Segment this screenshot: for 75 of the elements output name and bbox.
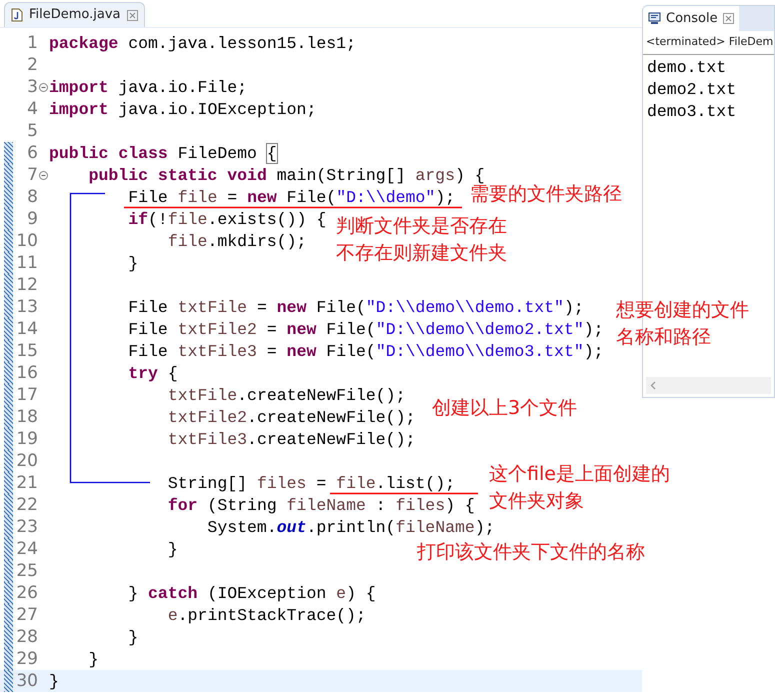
annotation-note: 这个file是上面创建的 文件夹对象: [489, 462, 670, 514]
console-output-line: demo.txt: [647, 57, 728, 79]
line-number: 7: [26, 164, 38, 186]
code-line: }: [166, 540, 178, 558]
code-line: System.out.println(fileName);: [206, 518, 495, 536]
code-line: for (String fileName : files) {: [166, 496, 475, 514]
code-line: public class FileDemo {: [49, 144, 277, 162]
line-number: 20: [15, 450, 38, 472]
line-number: 8: [26, 186, 38, 208]
collapse-icon[interactable]: [39, 170, 48, 180]
code-line: package com.java.lesson15.les1;: [49, 34, 356, 52]
line-number: 3: [26, 76, 38, 98]
line-number: 27: [15, 604, 38, 626]
line-number: 25: [15, 560, 38, 582]
code-line: txtFile3.createNewFile();: [166, 430, 416, 448]
line-number: 17: [15, 384, 38, 406]
code-line: public static void main(String[] args) {: [88, 166, 485, 184]
line-number: 9: [26, 208, 38, 230]
code-line: import java.io.IOException;: [49, 100, 316, 118]
line-number: 4: [26, 98, 38, 120]
annotation-note: 创建以上3个文件: [432, 396, 578, 421]
code-line: File file = new File("D:\\demo");: [127, 188, 456, 206]
console-output-line: demo2.txt: [647, 79, 738, 101]
code-line: e.printStackTrace();: [166, 606, 366, 624]
line-number: 21: [15, 472, 38, 494]
scroll-left-icon[interactable]: [650, 381, 656, 390]
annotation-note: 需要的文件夹路径: [470, 183, 622, 207]
code-line: }: [88, 650, 99, 668]
console-tab[interactable]: Console: [643, 6, 739, 31]
line-number: 29: [15, 648, 38, 670]
line-number: 28: [15, 626, 38, 648]
line-number: 26: [15, 582, 38, 604]
line-number: 18: [15, 406, 38, 428]
close-icon[interactable]: [126, 10, 138, 20]
line-number: 11: [15, 252, 38, 274]
console-status: <terminated> FileDem: [646, 34, 774, 50]
line-number: 30: [15, 670, 38, 692]
line-number: 16: [15, 362, 38, 384]
code-line: }: [127, 628, 138, 646]
line-number: 13: [15, 296, 38, 318]
code-line: if(!file.exists()) {: [127, 210, 326, 228]
code-line: } catch (IOException e) {: [127, 584, 376, 602]
annotation-note: 想要创建的文件 名称和路径: [616, 298, 749, 350]
line-number: 23: [15, 516, 38, 538]
code-line: txtFile.createNewFile();: [166, 386, 406, 404]
code-line: File txtFile = new File("D:\\demo\\demo.txt");: [127, 298, 584, 316]
code-line: }: [49, 672, 59, 690]
horizontal-scrollbar[interactable]: [646, 377, 771, 394]
line-number: 1: [26, 32, 38, 54]
line-number: 14: [15, 318, 38, 340]
code-line: String[] files = file.list();: [166, 474, 455, 492]
annotation-note: 判断文件夹是否存在 不存在则新建文件夹: [336, 214, 507, 266]
line-number: 10: [15, 230, 38, 252]
editor-tab[interactable]: FileDemo.java: [4, 2, 145, 27]
code-line: File txtFile3 = new File("D:\\demo\\demo3.txt");: [127, 342, 604, 360]
line-number: 12: [15, 274, 38, 296]
line-number: 6: [26, 142, 38, 164]
code-line: try {: [127, 364, 178, 382]
code-line: file.mkdirs();: [166, 232, 306, 250]
code-line: import java.io.File;: [49, 78, 248, 96]
close-icon[interactable]: [722, 13, 734, 24]
line-number: 2: [26, 54, 38, 76]
line-number: 5: [26, 120, 38, 142]
monitor-icon: [648, 12, 661, 25]
code-line: File txtFile2 = new File("D:\\demo\\demo2.txt");: [127, 320, 604, 338]
line-number: 22: [15, 494, 38, 516]
code-line: txtFile2.createNewFile();: [166, 408, 416, 426]
code-line: }: [127, 254, 138, 272]
annotation-note: 打印该文件夹下文件的名称: [417, 540, 645, 565]
line-number: 19: [15, 428, 38, 450]
line-number: 24: [15, 538, 38, 560]
console-output-line: demo3.txt: [647, 101, 738, 123]
line-number: 15: [15, 340, 38, 362]
java-file-icon: [11, 8, 23, 22]
collapse-icon[interactable]: [39, 82, 48, 92]
